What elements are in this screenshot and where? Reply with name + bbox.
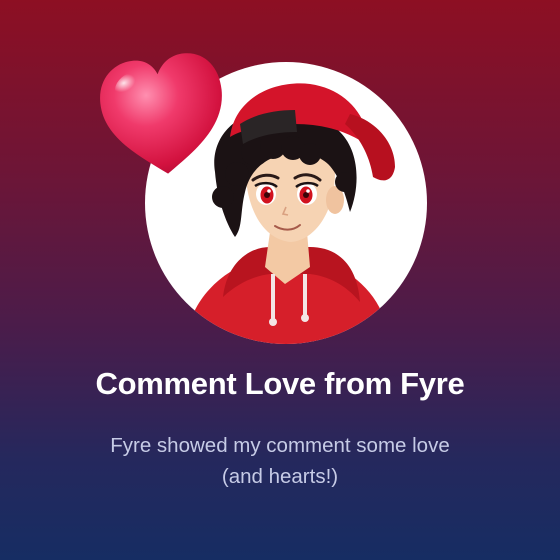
notification-subtitle: Fyre showed my comment some love (and he…: [60, 430, 500, 492]
notification-card: Comment Love from Fyre Fyre showed my co…: [0, 0, 560, 560]
subtitle-line-1: Fyre showed my comment some love: [110, 434, 450, 457]
notification-title: Comment Love from Fyre: [95, 366, 465, 401]
heart-icon: [100, 53, 222, 174]
subtitle-line-2: (and hearts!): [221, 465, 339, 488]
